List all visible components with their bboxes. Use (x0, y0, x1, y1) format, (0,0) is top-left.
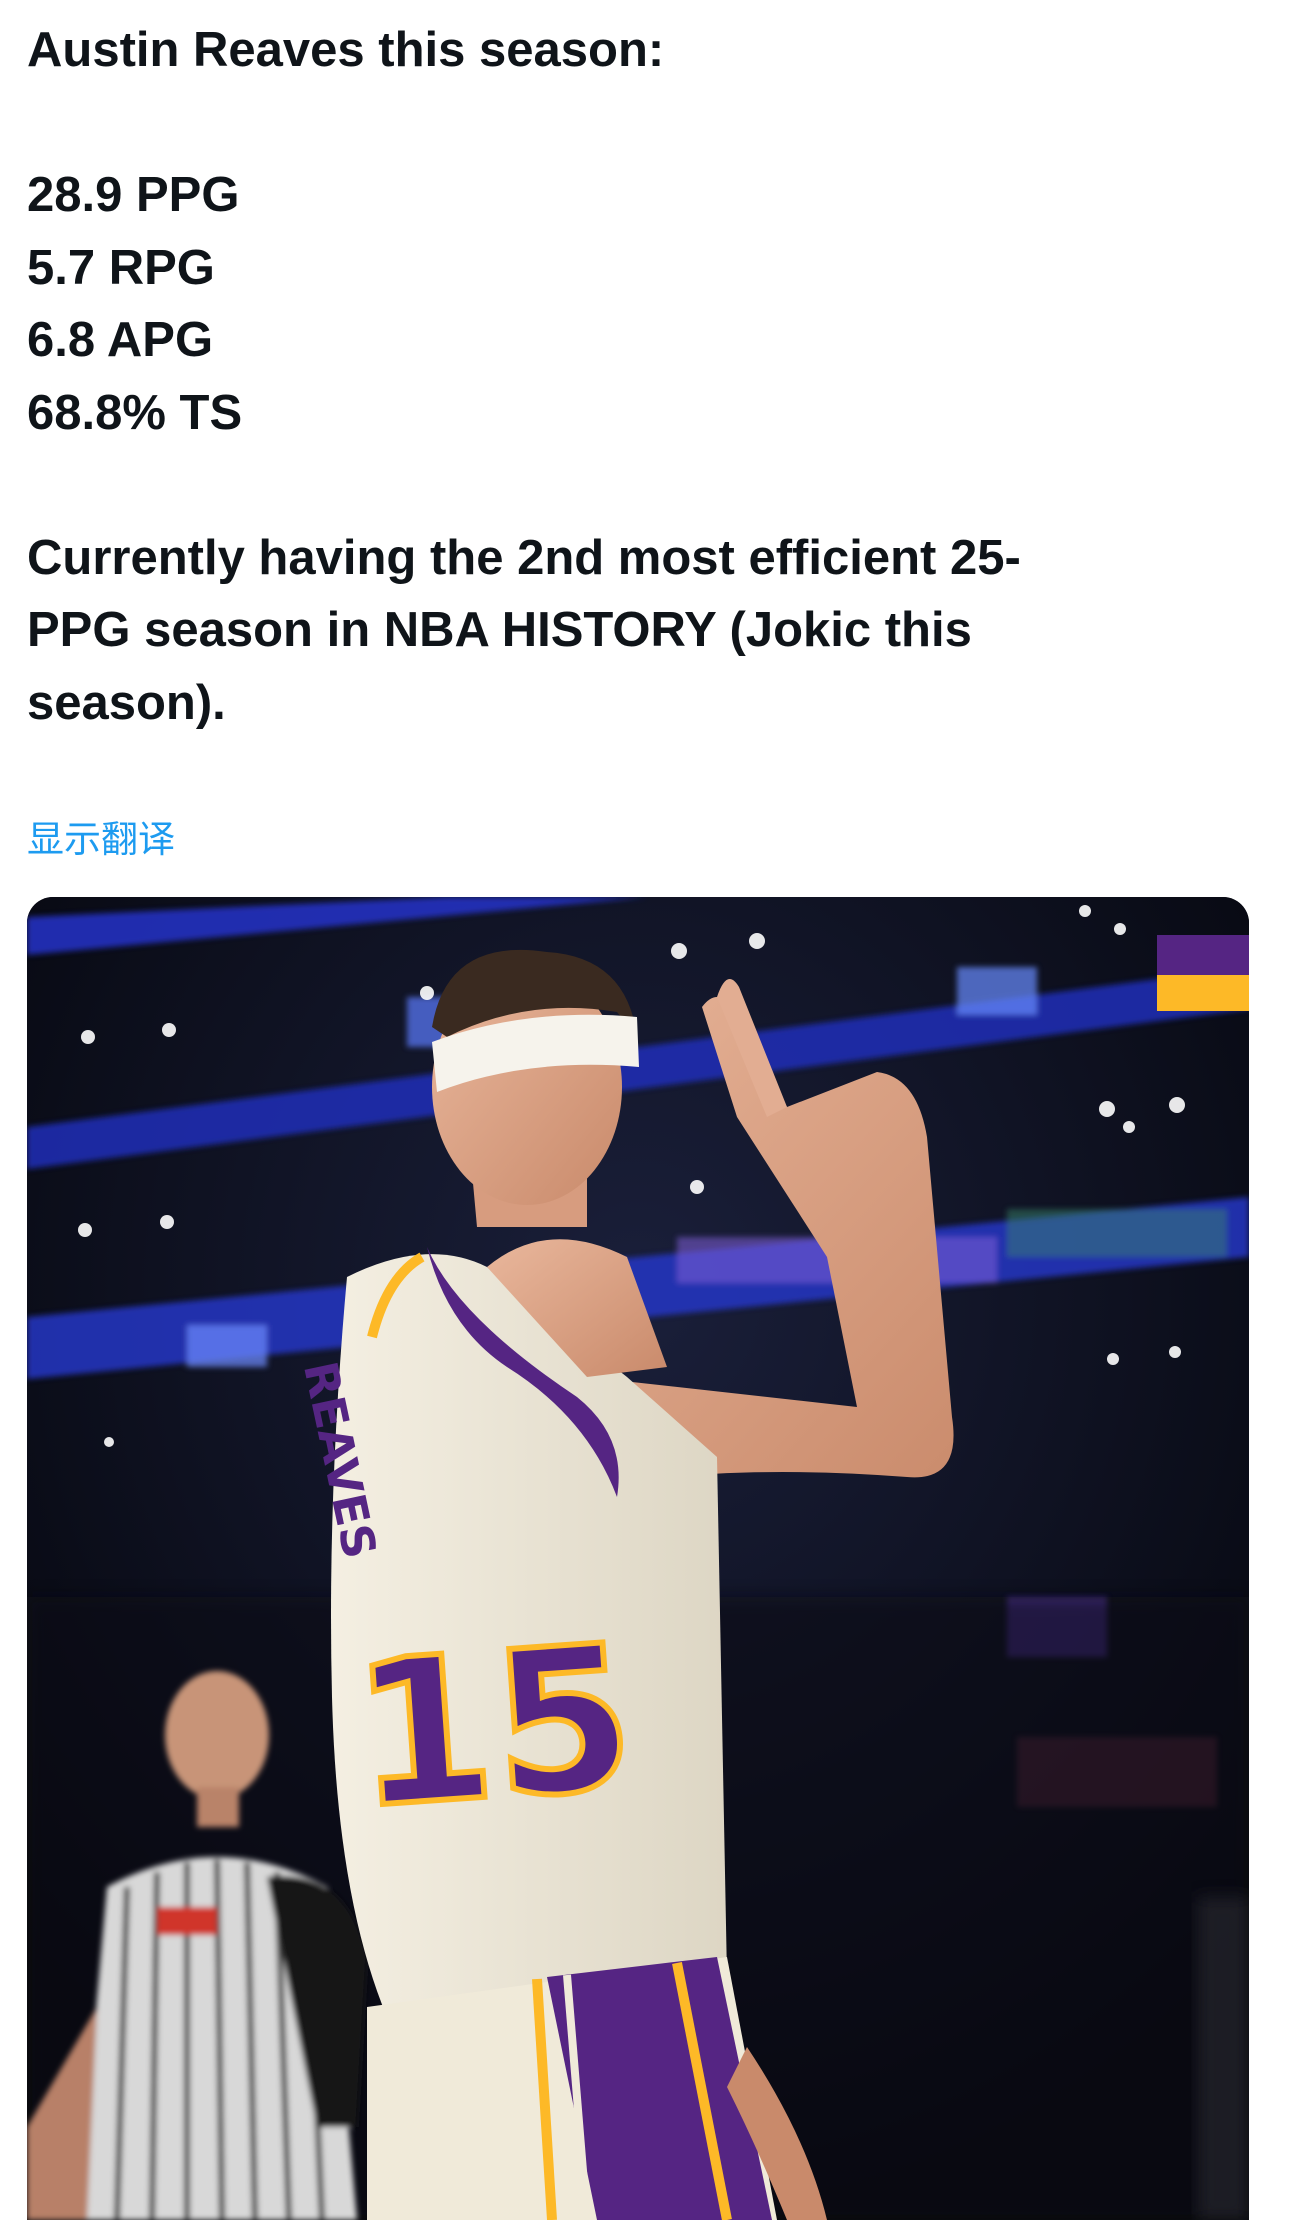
stat-ts: 68.8% TS (27, 385, 243, 440)
tweet-photo[interactable]: 15 REAVES (27, 897, 1249, 2220)
tweet-body-line-1: Currently having the 2nd most efficient … (27, 530, 1021, 585)
stat-apg: 6.8 APG (27, 313, 214, 367)
lakers-flag-gold (1157, 975, 1249, 1011)
stat-rpg: 5.7 RPG (27, 240, 215, 295)
show-translation-link[interactable]: 显示翻译 (27, 818, 175, 862)
lakers-flag-purple (1157, 935, 1249, 975)
tweet-text: Austin Reaves this season: 28.9 PPG 5.7 … (27, 14, 1257, 739)
jersey-number: 15 (347, 1602, 641, 1854)
stat-ppg: 28.9 PPG (27, 168, 240, 222)
tweet-headline: Austin Reaves this season: (27, 23, 665, 77)
tweet-body-line-3: season). (27, 675, 226, 730)
player-photo-illustration: 15 REAVES (27, 897, 1249, 2220)
tweet-body-line-2: PPG season in NBA HISTORY (Jokic this (27, 603, 972, 657)
